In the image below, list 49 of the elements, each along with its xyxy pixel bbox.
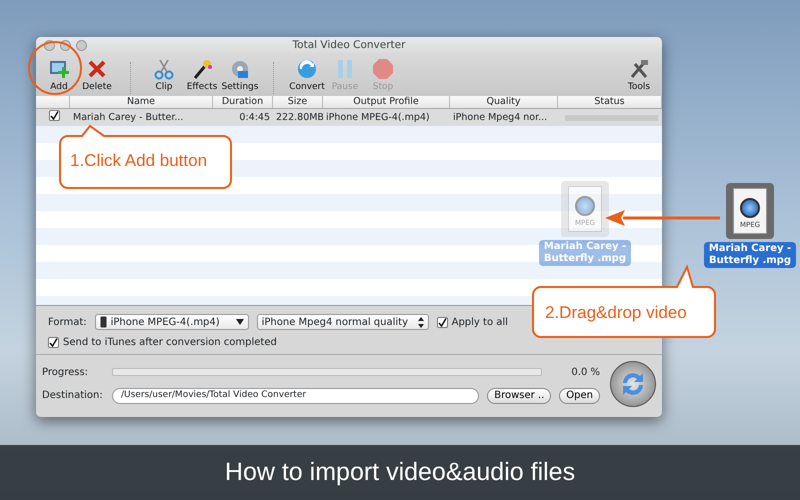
toolbar-button[interactable]: Effects	[183, 58, 221, 94]
cross-icon	[86, 58, 108, 80]
file-name: Mariah Carey - Butterfly .mpg	[539, 240, 631, 266]
tools-icon	[628, 58, 650, 80]
table-row[interactable]: Mariah Carey - Butter... 0:4:45 222.80MB iPhone MPEG-4(.mp4) iPhone Mpeg4 nor...	[36, 109, 662, 126]
checkbox-label: Apply to all	[452, 316, 508, 330]
table-cell-text: Mariah Carey - Butter...	[72, 111, 184, 125]
stepper-arrows-icon	[418, 316, 424, 328]
magic-wand-icon	[191, 58, 213, 80]
checkbox-label: Send to iTunes after conversion completed	[63, 336, 277, 350]
callout-text: 2.Drag&drop video	[545, 302, 687, 324]
checkbox[interactable]	[49, 110, 60, 121]
progress-reading: 0.0 %	[570, 366, 600, 380]
file-name: Mariah Carey - Butterfly .mpg	[704, 242, 796, 268]
highlight-circle	[27, 40, 83, 96]
destination-field[interactable]: /Users/user/Movies/Total Video Converter	[112, 388, 480, 404]
table-cell-text: 222.80MB	[275, 111, 323, 125]
quality-dropdown[interactable]: iPhone Mpeg4 normal quality	[256, 314, 429, 330]
format-label: Format:	[48, 316, 87, 330]
column-header[interactable]: Quality	[450, 96, 558, 108]
table-cell-text: iPhone MPEG-4(.mp4)	[325, 111, 431, 125]
callout-text: 1.Click Add button	[70, 150, 208, 172]
table-cell-text: 0:4:45	[238, 111, 271, 125]
checkbox[interactable]	[436, 316, 448, 328]
toolbar-button[interactable]: Convert	[288, 58, 326, 94]
phone-icon	[100, 316, 107, 328]
column-header[interactable]: Name	[70, 96, 213, 108]
window-title: Total Video Converter	[292, 38, 406, 53]
checkbox[interactable]	[48, 337, 59, 348]
destination-label: Destination:	[42, 389, 104, 403]
column-header[interactable]: Duration	[213, 96, 273, 108]
toolbar-button[interactable]: Tools	[620, 58, 658, 94]
progress-label: Progress:	[42, 366, 90, 380]
toolbar-button[interactable]: Delete	[78, 58, 116, 94]
path-button[interactable]: Open	[559, 388, 600, 404]
path-button[interactable]: Browser ..	[487, 388, 552, 404]
format-dropdown[interactable]: iPhone MPEG-4(.mp4)	[94, 314, 249, 330]
table-cell-text: iPhone Mpeg4 nor...	[452, 111, 548, 125]
column-header[interactable]: Output Profile	[323, 96, 450, 108]
column-header[interactable]: Size	[273, 96, 323, 108]
column-header[interactable]: Status	[558, 96, 662, 108]
toolbar-button[interactable]: Settings	[221, 58, 259, 94]
refresh-icon	[296, 58, 318, 80]
toolbar-button[interactable]: Clip	[145, 58, 183, 94]
dropdown-arrow-icon	[236, 319, 244, 325]
convert-button[interactable]	[610, 361, 656, 407]
caption-text: How to import video&audio files	[224, 456, 576, 488]
stop-icon	[372, 58, 394, 80]
scissors-icon	[153, 58, 175, 80]
